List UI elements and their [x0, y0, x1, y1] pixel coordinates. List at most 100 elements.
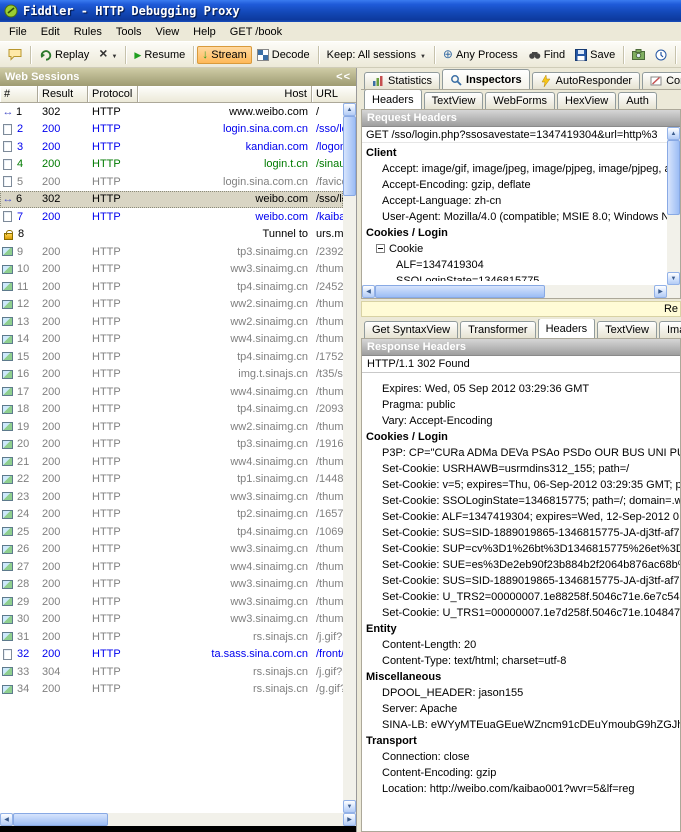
scroll-right-button[interactable]: [343, 813, 356, 826]
header-item[interactable]: Cookie: [362, 241, 667, 257]
session-row[interactable]: 5200HTTPlogin.sina.com.cn/favicon.ico: [0, 173, 343, 191]
header-item[interactable]: Set-Cookie: U_TRS1=00000007.1e7d258f.504…: [362, 605, 680, 621]
request-vertical-scrollbar[interactable]: [667, 127, 680, 285]
header-item[interactable]: Accept-Language: zh-cn: [362, 193, 667, 209]
scroll-up-button[interactable]: [343, 103, 356, 116]
header-item[interactable]: User-Agent: Mozilla/4.0 (compatible; MSI…: [362, 209, 667, 225]
tab-auth[interactable]: Auth: [618, 92, 657, 109]
session-row[interactable]: 28200HTTPww3.sinaimg.cn/thumbnail/56ab: [0, 576, 343, 594]
header-item[interactable]: Server: Apache: [362, 701, 680, 717]
request-horizontal-scrollbar[interactable]: [362, 285, 667, 298]
header-item[interactable]: Set-Cookie: SUS=SID-1889019865-134681577…: [362, 525, 680, 541]
stream-toggle-button[interactable]: Stream: [197, 46, 251, 64]
menu-item-get-book[interactable]: GET /book: [223, 24, 289, 40]
header-item[interactable]: Set-Cookie: SUS=SID-1889019865-134681577…: [362, 573, 680, 589]
sessions-vertical-scrollbar[interactable]: [343, 103, 356, 813]
tab-headers[interactable]: Headers: [538, 319, 596, 338]
column-header-host[interactable]: Host: [138, 86, 312, 102]
any-process-button[interactable]: Any Process: [438, 45, 523, 64]
menu-item-edit[interactable]: Edit: [34, 24, 67, 40]
session-row[interactable]: 18200HTTPtp4.sinaimg.cn/2093492691/50: [0, 401, 343, 419]
replay-button[interactable]: Replay: [34, 45, 94, 64]
request-line[interactable]: GET /sso/login.php?ssosavestate=13474193…: [362, 127, 667, 143]
header-item[interactable]: Accept: image/gif, image/jpeg, image/pjp…: [362, 161, 667, 177]
header-section-cookies-login[interactable]: Cookies / Login: [362, 429, 680, 445]
screenshot-button[interactable]: [627, 46, 650, 63]
tab-composer[interactable]: Composer: [642, 72, 681, 89]
session-row[interactable]: 27200HTTPww4.sinaimg.cn/thumbnail/61e6: [0, 558, 343, 576]
header-item[interactable]: Set-Cookie: U_TRS2=00000007.1e88258f.504…: [362, 589, 680, 605]
session-row[interactable]: 13200HTTPww2.sinaimg.cn/thumbnail/8fac: [0, 313, 343, 331]
session-row[interactable]: 16200HTTPimg.t.sinajs.cn/t35/style/image: [0, 366, 343, 384]
quickexec-bar[interactable]: [0, 826, 356, 832]
header-item[interactable]: Content-Type: text/html; charset=utf-8: [362, 653, 680, 669]
header-item[interactable]: Vary: Accept-Encoding: [362, 413, 680, 429]
header-item[interactable]: Set-Cookie: ALF=1347419304; expires=Wed,…: [362, 509, 680, 525]
session-row[interactable]: 8Tunnel tours.microsoft: [0, 226, 343, 244]
column-header-result[interactable]: Result: [38, 86, 88, 102]
menu-item-file[interactable]: File: [2, 24, 34, 40]
header-item[interactable]: Pragma: public: [362, 397, 680, 413]
horizontal-scrollbar-thumb[interactable]: [375, 285, 545, 298]
keep-sessions-dropdown[interactable]: Keep: All sessions: [322, 46, 431, 64]
vertical-scrollbar-thumb[interactable]: [343, 116, 356, 196]
timer-button[interactable]: [650, 46, 672, 64]
session-row[interactable]: 26200HTTPww3.sinaimg.cn/thumbnail/9b62: [0, 541, 343, 559]
tab-transformer[interactable]: Transformer: [460, 321, 536, 338]
session-row[interactable]: 21200HTTPww4.sinaimg.cn/thumbnail/6106: [0, 453, 343, 471]
header-item[interactable]: Content-Length: 20: [362, 637, 680, 653]
tab-statistics[interactable]: Statistics: [364, 72, 440, 89]
header-item[interactable]: Location: http://weibo.com/kaibao001?wvr…: [362, 781, 680, 797]
session-row[interactable]: 29200HTTPww3.sinaimg.cn/thumbnail/684f: [0, 593, 343, 611]
vertical-scrollbar-thumb[interactable]: [667, 140, 680, 215]
column-header-protocol[interactable]: Protocol: [88, 86, 138, 102]
header-item[interactable]: Accept-Encoding: gzip, deflate: [362, 177, 667, 193]
header-section-client[interactable]: Client: [362, 145, 667, 161]
header-section-miscellaneous[interactable]: Miscellaneous: [362, 669, 680, 685]
session-row[interactable]: 23200HTTPww3.sinaimg.cn/thumbnail/93b8: [0, 488, 343, 506]
session-row[interactable]: 25200HTTPtp4.sinaimg.cn/1069392615/50: [0, 523, 343, 541]
header-section-cookies-login[interactable]: Cookies / Login: [362, 225, 667, 241]
session-row[interactable]: 15200HTTPtp4.sinaimg.cn/1752202027/50: [0, 348, 343, 366]
horizontal-scrollbar-thumb[interactable]: [13, 813, 108, 826]
collapse-expander-icon[interactable]: [376, 244, 385, 253]
header-section-entity[interactable]: Entity: [362, 621, 680, 637]
scroll-left-button[interactable]: [362, 285, 375, 298]
header-item[interactable]: Expires: Wed, 05 Sep 2012 03:29:36 GMT: [362, 381, 680, 397]
tab-autoresponder[interactable]: AutoResponder: [532, 72, 640, 89]
sessions-horizontal-scrollbar[interactable]: [0, 813, 356, 826]
session-row[interactable]: 6302HTTPweibo.com/sso/login.php?s: [0, 191, 343, 209]
session-row[interactable]: 3200HTTPkandian.com/logon/do_cross: [0, 138, 343, 156]
column-header-url[interactable]: URL: [312, 86, 356, 102]
session-row[interactable]: 12200HTTPww2.sinaimg.cn/thumbnail/9234: [0, 296, 343, 314]
header-item[interactable]: Set-Cookie: USRHAWB=usrmdins312_155; pat…: [362, 461, 680, 477]
column-header-num[interactable]: #: [0, 86, 38, 102]
session-row[interactable]: 14200HTTPww4.sinaimg.cn/thumbnail/6482: [0, 331, 343, 349]
session-row[interactable]: 9200HTTPtp3.sinaimg.cn/2392897554/5: [0, 243, 343, 261]
tab-headers[interactable]: Headers: [364, 90, 422, 109]
header-item[interactable]: ALF=1347419304: [362, 257, 667, 273]
header-item[interactable]: Set-Cookie: SUP=cv%3D1%26bt%3D1346815775…: [362, 541, 680, 557]
menu-item-rules[interactable]: Rules: [67, 24, 109, 40]
comment-button[interactable]: [3, 45, 27, 64]
tab-hexview[interactable]: HexView: [557, 92, 616, 109]
collapse-pane-button[interactable]: <<: [336, 71, 351, 83]
find-button[interactable]: Find: [523, 46, 570, 64]
header-item[interactable]: Content-Encoding: gzip: [362, 765, 680, 781]
header-item[interactable]: Connection: close: [362, 749, 680, 765]
scroll-right-button[interactable]: [654, 285, 667, 298]
header-section-transport[interactable]: Transport: [362, 733, 680, 749]
session-row[interactable]: 30200HTTPww3.sinaimg.cn/thumbnail/624c: [0, 611, 343, 629]
tab-textview[interactable]: TextView: [597, 321, 657, 338]
header-item[interactable]: Set-Cookie: v=5; expires=Thu, 06-Sep-201…: [362, 477, 680, 493]
tab-imageview[interactable]: ImageView: [659, 321, 681, 338]
tab-get-syntaxview[interactable]: Get SyntaxView: [364, 321, 458, 338]
header-item[interactable]: Set-Cookie: SSOLoginState=1346815775; pa…: [362, 493, 680, 509]
session-row[interactable]: 34200HTTPrs.sinajs.cn/g.gif?type=1&: [0, 681, 343, 699]
header-item[interactable]: DPOOL_HEADER: jason155: [362, 685, 680, 701]
decode-button[interactable]: Decode: [252, 46, 315, 64]
menu-item-help[interactable]: Help: [186, 24, 223, 40]
header-item[interactable]: SSOLoginState=1346815775: [362, 273, 667, 281]
title-bar[interactable]: Fiddler - HTTP Debugging Proxy: [0, 0, 681, 22]
encoding-notice-bar[interactable]: Re: [361, 301, 681, 317]
